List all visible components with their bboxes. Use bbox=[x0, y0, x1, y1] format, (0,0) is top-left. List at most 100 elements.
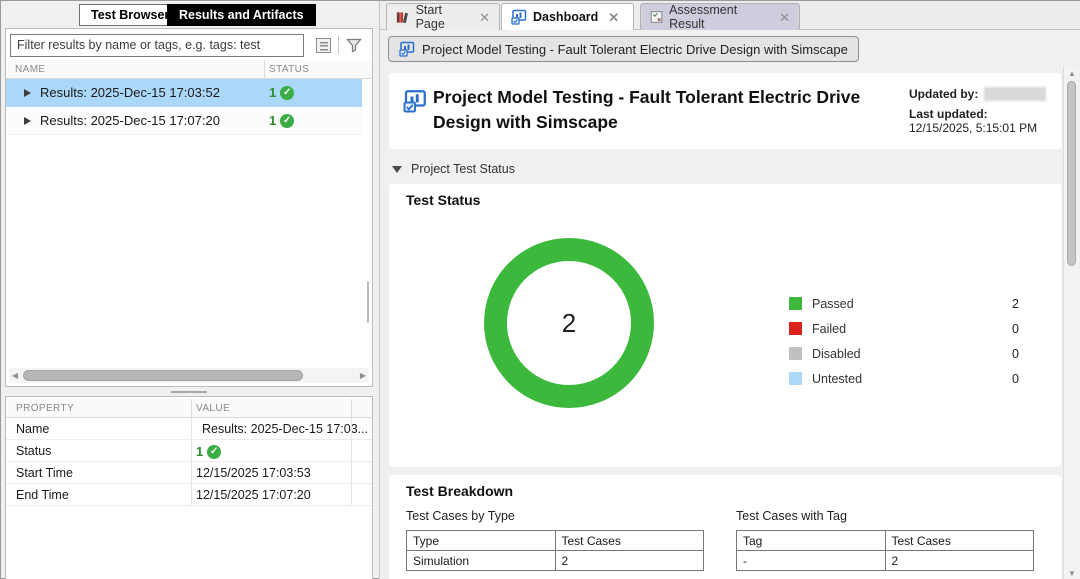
tab-start-page[interactable]: Start Page ✕ bbox=[386, 3, 500, 30]
with-tag-caption: Test Cases with Tag bbox=[736, 509, 1034, 523]
column-header-property: PROPERTY bbox=[16, 403, 74, 414]
filter-funnel-icon bbox=[346, 37, 362, 53]
splitter-handle[interactable] bbox=[171, 391, 207, 393]
breadcrumb-bar: Project Model Testing - Fault Tolerant E… bbox=[380, 30, 1080, 67]
column-header-status: STATUS bbox=[269, 64, 309, 75]
disabled-swatch-icon bbox=[789, 347, 802, 360]
dashboard-vertical-scrollbar[interactable]: ▲ ▼ bbox=[1063, 67, 1079, 579]
legend-item-failed: Failed 0 bbox=[789, 316, 1019, 341]
legend-item-disabled: Disabled 0 bbox=[789, 341, 1019, 366]
tab-test-browser-label: Test Browser bbox=[91, 8, 169, 22]
breadcrumb[interactable]: Project Model Testing - Fault Tolerant E… bbox=[388, 36, 859, 62]
with-tag-header-testcases: Test Cases bbox=[885, 531, 1034, 551]
updated-by-label: Updated by: bbox=[909, 87, 978, 101]
result-row-1[interactable]: Results: 2025-Dec-15 17:03:52 1 ✓ bbox=[6, 79, 362, 107]
column-header-value: VALUE bbox=[196, 403, 230, 414]
dashboard-icon bbox=[511, 9, 527, 25]
hscroll-track[interactable] bbox=[21, 370, 357, 381]
expand-arrow-icon[interactable] bbox=[24, 89, 31, 97]
section-project-test-status[interactable]: Project Test Status bbox=[392, 159, 515, 179]
scroll-left-arrow-icon[interactable]: ◀ bbox=[9, 368, 21, 383]
test-cases-by-type-group: Test Cases by Type Type Test Cases Simul… bbox=[406, 509, 704, 571]
column-divider bbox=[264, 60, 265, 79]
property-label: Start Time bbox=[16, 466, 73, 480]
test-cases-with-tag-group: Test Cases with Tag Tag Test Cases - 2 bbox=[736, 509, 1034, 571]
close-icon[interactable]: ✕ bbox=[779, 11, 790, 24]
expand-arrow-icon[interactable] bbox=[24, 117, 31, 125]
results-panel: NAME STATUS Results: 2025-Dec-15 17:03:5… bbox=[5, 28, 373, 387]
hscroll-thumb[interactable] bbox=[23, 370, 303, 381]
results-horizontal-scrollbar[interactable]: ◀ ▶ bbox=[9, 368, 369, 383]
tab-dashboard[interactable]: Dashboard ✕ bbox=[501, 3, 634, 30]
test-status-donut-chart: 2 bbox=[484, 238, 654, 408]
result-name: Results: 2025-Dec-15 17:03:52 bbox=[40, 85, 220, 100]
property-label: Name bbox=[16, 422, 49, 436]
result-name: Results: 2025-Dec-15 17:07:20 bbox=[40, 113, 220, 128]
close-icon[interactable]: ✕ bbox=[479, 11, 490, 24]
result-row-2[interactable]: Results: 2025-Dec-15 17:07:20 1 ✓ bbox=[6, 107, 362, 135]
dashboard-header-card: Project Model Testing - Fault Tolerant E… bbox=[389, 73, 1061, 149]
results-vertical-scrollbar-thumb[interactable] bbox=[367, 281, 369, 323]
property-row-end-time[interactable]: End Time 12/15/2025 17:07:20 bbox=[6, 484, 372, 506]
tab-assessment-result[interactable]: Assessment Result ✕ bbox=[640, 3, 800, 30]
dashboard-icon bbox=[403, 89, 427, 113]
property-value: 12/15/2025 17:07:20 bbox=[196, 488, 311, 502]
legend-item-untested: Untested 0 bbox=[789, 366, 1019, 391]
test-breakdown-title: Test Breakdown bbox=[406, 483, 513, 499]
breadcrumb-label: Project Model Testing - Fault Tolerant E… bbox=[422, 42, 848, 57]
legend-item-passed: Passed 2 bbox=[789, 291, 1019, 316]
by-type-header-type: Type bbox=[407, 531, 556, 551]
list-icon bbox=[316, 38, 331, 53]
donut-total: 2 bbox=[562, 308, 576, 339]
filter-results-input[interactable] bbox=[10, 34, 304, 57]
tab-results-and-artifacts-label: Results and Artifacts bbox=[179, 8, 304, 22]
saved-filters-button[interactable] bbox=[310, 33, 336, 57]
column-divider bbox=[351, 399, 352, 418]
properties-table-header: PROPERTY VALUE bbox=[6, 399, 372, 418]
test-status-card: Test Status 2 Passed 2 Failed 0 Disabled bbox=[389, 184, 1061, 467]
property-row-start-time[interactable]: Start Time 12/15/2025 17:03:53 bbox=[6, 462, 372, 484]
test-cases-by-type-table: Type Test Cases Simulation 2 bbox=[406, 530, 704, 571]
panel-splitter[interactable] bbox=[5, 387, 373, 396]
vscroll-thumb[interactable] bbox=[1067, 81, 1076, 266]
by-type-header-testcases: Test Cases bbox=[555, 531, 704, 551]
test-status-title: Test Status bbox=[406, 192, 480, 208]
toolbar-separator bbox=[338, 36, 339, 54]
filter-button[interactable] bbox=[341, 33, 367, 57]
updated-by-redacted-value bbox=[984, 87, 1046, 101]
tab-label: Assessment Result bbox=[669, 3, 769, 31]
property-row-status[interactable]: Status 1 ✓ bbox=[6, 440, 372, 462]
update-meta: Updated by: Last updated: 12/15/2025, 5:… bbox=[909, 87, 1057, 135]
collapse-arrow-icon[interactable] bbox=[392, 166, 402, 173]
check-circle-icon: ✓ bbox=[280, 114, 294, 128]
properties-panel: PROPERTY VALUE Name Results: 2025-Dec-15… bbox=[5, 396, 373, 579]
scroll-up-arrow-icon[interactable]: ▲ bbox=[1064, 67, 1080, 80]
tab-label: Start Page bbox=[416, 3, 470, 31]
property-value: 1 ✓ bbox=[196, 444, 221, 459]
property-value: 12/15/2025 17:03:53 bbox=[196, 466, 311, 480]
test-breakdown-card: Test Breakdown Test Cases by Type Type T… bbox=[389, 475, 1061, 579]
check-circle-icon: ✓ bbox=[280, 86, 294, 100]
close-icon[interactable]: ✕ bbox=[608, 11, 619, 24]
table-row: Simulation 2 bbox=[407, 551, 704, 571]
passed-swatch-icon bbox=[789, 297, 802, 310]
document-tab-bar: Start Page ✕ Dashboard ✕ Assessment Resu… bbox=[380, 1, 1080, 30]
by-type-caption: Test Cases by Type bbox=[406, 509, 704, 523]
tab-test-browser[interactable]: Test Browser bbox=[79, 4, 181, 26]
check-circle-icon: ✓ bbox=[207, 445, 221, 459]
pass-count: 1 bbox=[269, 85, 276, 100]
tab-results-and-artifacts[interactable]: Results and Artifacts bbox=[167, 4, 316, 26]
scroll-down-arrow-icon[interactable]: ▼ bbox=[1064, 567, 1080, 579]
dashboard-icon bbox=[399, 41, 415, 57]
failed-swatch-icon bbox=[789, 322, 802, 335]
untested-swatch-icon bbox=[789, 372, 802, 385]
property-row-name[interactable]: Name Results: 2025-Dec-15 17:03... bbox=[6, 418, 372, 440]
column-header-name: NAME bbox=[15, 64, 46, 75]
scroll-right-arrow-icon[interactable]: ▶ bbox=[357, 368, 369, 383]
test-cases-with-tag-table: Tag Test Cases - 2 bbox=[736, 530, 1034, 571]
last-updated-value: 12/15/2025, 5:15:01 PM bbox=[909, 121, 1037, 135]
filter-toolbar bbox=[6, 29, 372, 61]
test-status-legend: Passed 2 Failed 0 Disabled 0 Untested 0 bbox=[789, 291, 1019, 391]
dashboard-content: Project Model Testing - Fault Tolerant E… bbox=[380, 67, 1064, 579]
results-table-header: NAME STATUS bbox=[6, 60, 372, 79]
